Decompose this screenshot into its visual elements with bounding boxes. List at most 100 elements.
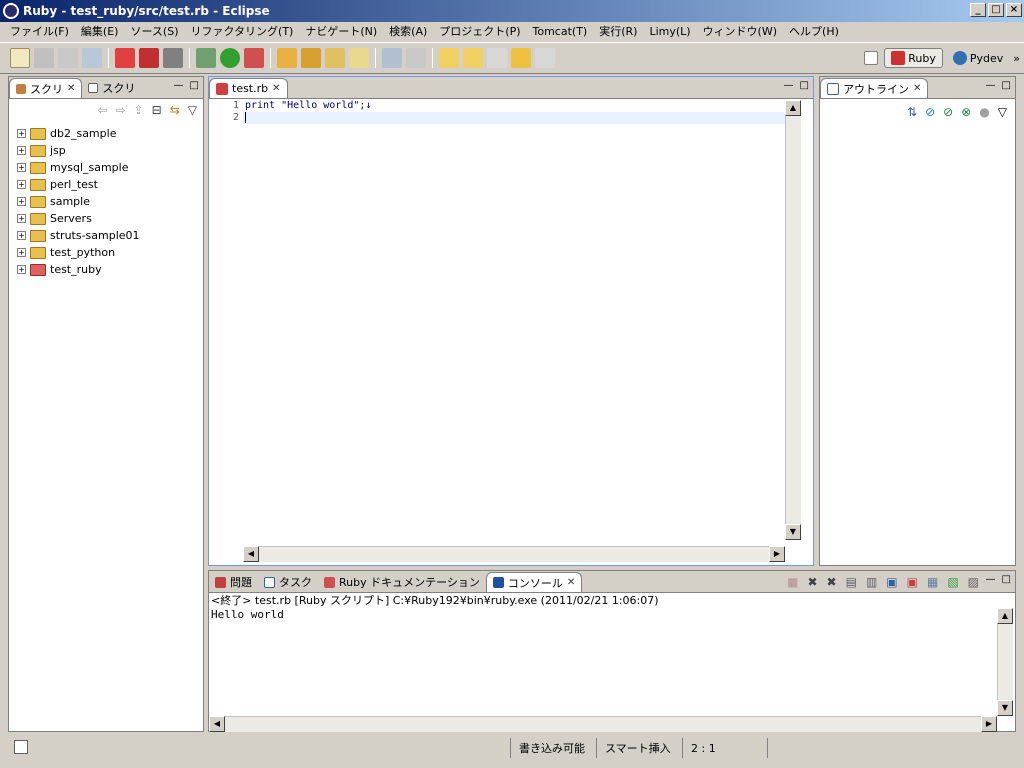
list-item[interactable]: + test_ruby [17,261,140,278]
show-on-output-icon[interactable]: ▣ [886,575,897,589]
menu-limy[interactable]: Limy(L) [643,25,696,38]
hide-fields-icon[interactable]: ⊘ [925,105,935,119]
hide-static-icon[interactable]: ⊘ [943,105,953,119]
prev-annotation-icon[interactable] [463,48,483,68]
code-line[interactable]: print "Hello world";↓ [243,100,785,112]
menu-file[interactable]: ファイル(F) [4,23,75,39]
expand-icon[interactable]: + [17,248,26,257]
close-icon[interactable]: ✕ [67,83,75,94]
menu-window[interactable]: ウィンドウ(W) [697,23,783,39]
remove-all-icon[interactable]: ✖ [827,575,837,589]
remove-launch-icon[interactable]: ✖ [807,575,817,589]
expand-icon[interactable]: + [17,180,26,189]
terminate-icon[interactable]: ■ [787,575,798,589]
tab-console[interactable]: コンソール ✕ [485,572,583,592]
tab-outline[interactable]: アウトライン ✕ [820,78,929,98]
menu-help[interactable]: ヘルプ(H) [783,23,845,39]
menu-run[interactable]: 実行(R) [593,23,643,39]
perspective-ruby[interactable]: Ruby [884,48,943,68]
scroll-right-icon[interactable]: ▶ [769,546,785,562]
show-on-error-icon[interactable]: ▣ [907,575,918,589]
close-button[interactable]: × [1006,3,1022,17]
save-icon[interactable] [34,48,54,68]
tab-script-outline[interactable]: スクリ [82,78,141,98]
code-editor[interactable]: print "Hello world";↓ [243,100,785,540]
clear-console-icon[interactable]: ▤ [846,575,857,589]
new-icon[interactable] [10,48,30,68]
console-output[interactable]: Hello world [209,608,997,716]
open-folder-icon[interactable] [277,48,297,68]
list-item[interactable]: + perl_test [17,176,140,193]
debug-toggle-icon[interactable] [115,48,135,68]
expand-icon[interactable]: + [17,265,26,274]
console-horizontal-scrollbar[interactable]: ◀ ▶ [209,716,997,732]
skip-breakpoints-icon[interactable] [163,48,183,68]
maximize-button[interactable]: □ [988,3,1004,17]
minimize-icon[interactable]: — [174,80,184,91]
list-item[interactable]: + jsp [17,142,140,159]
next-annotation-icon[interactable] [439,48,459,68]
editor-horizontal-scrollbar[interactable]: ◀ ▶ [243,546,785,562]
tab-ruby-docs[interactable]: Ruby ドキュメンテーション [318,572,486,592]
scroll-lock-icon[interactable]: ▥ [866,575,877,589]
list-item[interactable]: + mysql_sample [17,159,140,176]
collapse-all-icon[interactable]: ⊟ [152,103,162,117]
list-item[interactable]: + Servers [17,210,140,227]
open-console-icon[interactable]: ▨ [968,575,979,589]
open-resource-icon[interactable] [349,48,369,68]
close-icon[interactable]: ✕ [913,83,921,94]
expand-icon[interactable]: + [17,231,26,240]
menu-tomcat[interactable]: Tomcat(T) [527,25,594,38]
minimize-icon[interactable]: — [986,574,996,585]
toggle-mark-icon[interactable] [382,48,402,68]
forward-arrow-icon[interactable]: ⇨ [116,103,126,117]
menu-project[interactable]: プロジェクト(P) [433,23,526,39]
minimize-button[interactable]: _ [970,3,986,17]
expand-icon[interactable]: + [17,129,26,138]
perspective-pydev[interactable]: Pydev [947,49,1009,67]
scroll-right-icon[interactable]: ▶ [981,716,997,732]
menu-navigate[interactable]: ナビゲート(N) [299,23,383,39]
tab-test-rb[interactable]: test.rb ✕ [209,78,288,98]
maximize-icon[interactable]: □ [800,80,809,91]
up-icon[interactable]: ⇪ [134,103,144,117]
list-item[interactable]: + struts-sample01 [17,227,140,244]
pin-console-icon[interactable]: ▦ [927,575,938,589]
debug-icon[interactable] [196,48,216,68]
tab-problems[interactable]: 問題 [209,572,258,592]
fast-view-icon[interactable] [14,740,28,754]
forward-icon[interactable] [535,48,555,68]
back-arrow-icon[interactable]: ⇦ [97,103,107,117]
open-project-icon[interactable] [301,48,321,68]
menu-source[interactable]: ソース(S) [124,23,184,39]
expand-icon[interactable]: + [17,197,26,206]
expand-icon[interactable]: + [17,163,26,172]
close-icon[interactable]: ✕ [567,577,575,588]
maximize-icon[interactable]: □ [1002,80,1011,91]
outline-options-icon[interactable]: ● [979,105,989,119]
external-tools-icon[interactable] [244,48,264,68]
menu-search[interactable]: 検索(A) [383,23,433,39]
open-type-icon[interactable] [325,48,345,68]
more-perspectives-icon[interactable]: » [1013,52,1020,65]
show-whitespace-icon[interactable] [406,48,426,68]
sort-icon[interactable]: ⇅ [907,105,917,119]
code-line-current[interactable] [243,112,785,124]
minimize-icon[interactable]: — [784,80,794,91]
scroll-down-icon[interactable]: ▼ [997,700,1013,716]
list-item[interactable]: + db2_sample [17,125,140,142]
tab-script-explorer[interactable]: スクリ ✕ [9,78,83,98]
minimize-icon[interactable]: — [986,80,996,91]
view-menu-icon[interactable]: ▽ [998,105,1007,119]
list-item[interactable]: + test_python [17,244,140,261]
scroll-up-icon[interactable]: ▲ [785,100,801,116]
open-perspective-icon[interactable] [864,51,879,65]
scroll-left-icon[interactable]: ◀ [209,716,225,732]
run-icon[interactable] [220,48,240,68]
hide-nonpublic-icon[interactable]: ⊗ [961,105,971,119]
tab-tasks[interactable]: タスク [258,572,318,592]
console-vertical-scrollbar[interactable]: ▲ ▼ [997,608,1013,716]
view-menu-icon[interactable]: ▽ [188,103,197,117]
expand-icon[interactable]: + [17,214,26,223]
scroll-down-icon[interactable]: ▼ [785,524,801,540]
